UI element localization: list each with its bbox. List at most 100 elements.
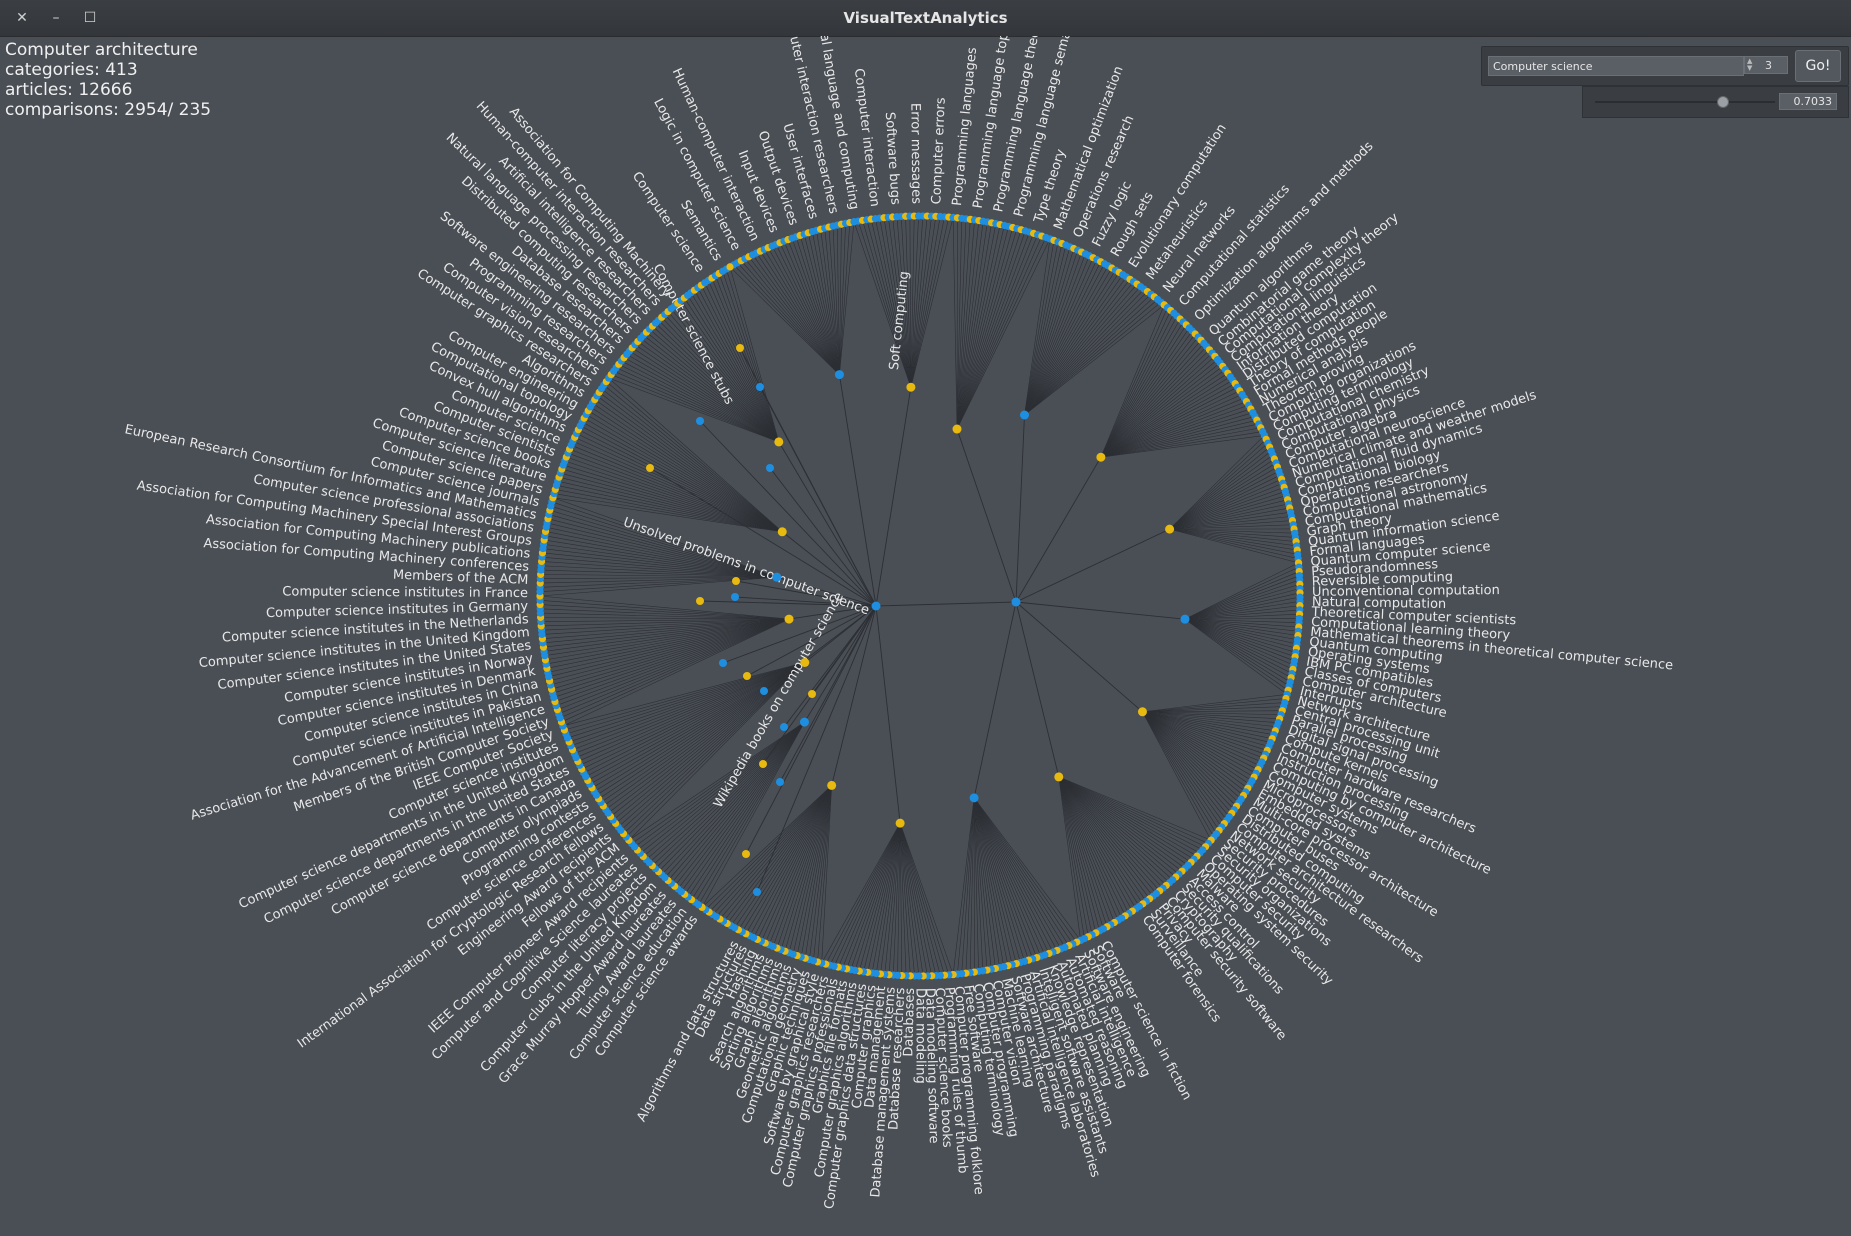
leaf-edge [1169,458,1275,530]
hub-edge [875,387,912,607]
leaf-edge [795,236,840,375]
hub-node [799,717,809,727]
leaf-edge [1142,711,1248,789]
inner-node [732,577,740,585]
hub-node [1096,452,1106,462]
leaf-edge [1024,270,1116,416]
leaf-edge [1169,470,1280,530]
close-icon[interactable]: ✕ [10,6,34,30]
leaf-edge [1024,263,1105,416]
leaf-edge [564,460,783,533]
leaf-edge [677,721,805,890]
leaf-edge [1024,261,1101,416]
hub-edge [1015,528,1170,603]
category-radial-graph: Combinatorial game theoryComputational c… [123,36,1673,1210]
leaf-edge [858,823,901,972]
leaf-edge [741,785,832,932]
leaf-edge [952,217,958,430]
inner-node [743,672,751,680]
leaf-edge [1058,776,1173,881]
leaf-edge [1058,776,1192,863]
leaf-edge [910,216,941,388]
hub-node [1054,772,1064,782]
hub-node [772,572,782,582]
inner-node [759,760,767,768]
leaf-edge [1184,618,1290,687]
leaf-edge [1100,386,1238,458]
leaf-edge [580,425,783,533]
hub-node [777,527,787,537]
leaf-edge [545,618,790,661]
leaf-edge [842,823,901,969]
inner-node [719,659,727,667]
category-label: Error messages [907,103,923,204]
leaf-edge [1169,528,1297,547]
leaf-edge [1100,401,1247,458]
leaf-edge [1024,293,1152,416]
leaf-edge [1100,318,1181,458]
leaf-edge [548,618,790,677]
hub-node [895,818,905,828]
leaf-edge [744,258,840,375]
leaf-edge [738,785,832,930]
inner-node [696,597,704,605]
hub-node [952,424,962,434]
leaf-edge [1058,776,1209,844]
root-node-a [871,601,881,611]
leaf-edge [899,823,928,976]
leaf-edge [1184,618,1297,649]
leaf-edge [547,618,790,673]
leaf-edge [740,260,840,375]
leaf-edge [1142,711,1222,828]
hub-node [774,437,784,447]
hub-node [1020,410,1029,420]
leaf-edge [1058,776,1183,872]
leaf-edge [540,576,777,592]
leaf-edge [1024,259,1098,416]
hub-node [1137,707,1147,717]
leaf-edge [733,264,840,375]
leaf-edge [1184,596,1301,620]
leaf-edge [799,235,840,375]
leaf-edge [557,480,783,533]
leaf-edge [1184,592,1301,620]
leaf-edge [601,388,783,532]
leaf-edge [775,244,840,375]
leaf-edge [1169,450,1272,530]
leaf-edge [1100,359,1218,458]
leaf-edge [664,721,805,878]
leaf-edge [1058,776,1157,894]
leaf-edge [540,604,790,620]
leaf-edge [956,228,1018,430]
window-title: VisualTextAnalytics [843,9,1008,27]
inner-node [731,593,739,601]
hub-edge [875,605,901,824]
minimize-icon[interactable]: – [44,6,68,30]
leaf-edge [871,823,901,974]
leaf-edge [1169,528,1299,564]
leaf-edge [1058,776,1126,916]
root-edge [875,601,1017,607]
graph-edges [539,215,1301,977]
leaf-edge [910,216,945,388]
leaf-edge [1024,301,1162,416]
leaf-edge [1100,304,1165,458]
root-node-b [1011,597,1021,607]
leaf-edge [1184,618,1292,678]
leaf-edge [1142,711,1262,763]
hub-edge [1015,601,1060,777]
leaf-edge [1024,279,1131,416]
leaf-edge [1169,491,1286,530]
maximize-icon[interactable]: ☐ [78,6,102,30]
inner-node [696,417,704,425]
leaf-edge [787,239,840,375]
leaf-edge [1169,478,1282,530]
leaf-edge [956,226,1009,430]
hub-node [800,658,810,667]
leaf-edge [756,252,840,375]
leaf-edge [1142,711,1257,774]
leaf-edge [956,233,1034,430]
leaf-edge [1058,776,1212,841]
leaf-edge [829,822,901,966]
hub-edge [1015,456,1102,603]
